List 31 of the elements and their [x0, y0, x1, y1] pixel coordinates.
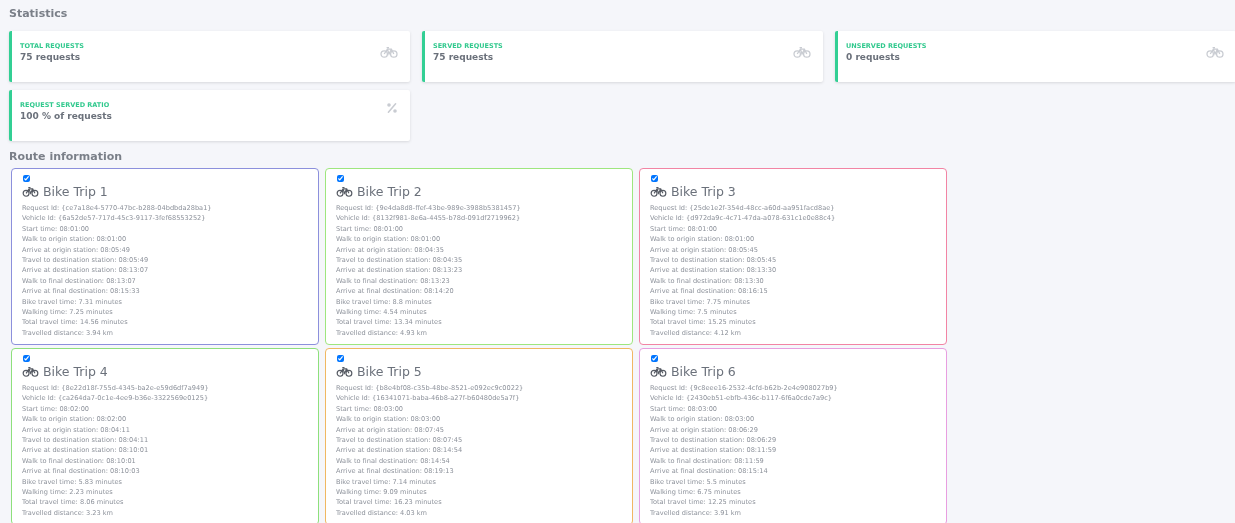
stat-value: 75 requests	[20, 52, 82, 62]
trip-title: Bike Trip 3	[671, 184, 736, 199]
bicycle-icon	[793, 46, 811, 58]
bicycle-icon	[336, 366, 353, 377]
trip-title: Bike Trip 5	[357, 364, 422, 379]
trip-card[interactable]	[639, 348, 947, 523]
bicycle-icon	[22, 366, 39, 377]
trip-card[interactable]	[11, 168, 319, 345]
bicycle-icon	[22, 186, 39, 197]
trip-title: Bike Trip 6	[671, 364, 736, 379]
checkbox[interactable]	[337, 175, 344, 182]
checkbox[interactable]	[23, 175, 30, 182]
bicycle-icon	[336, 186, 353, 197]
checkbox[interactable]	[651, 175, 658, 182]
stat-value: 100 % of requests	[20, 111, 112, 121]
trip-title: Bike Trip 1	[43, 184, 108, 199]
bicycle-icon	[650, 186, 667, 197]
trip-card[interactable]	[639, 168, 947, 345]
stat-value: 0 requests	[846, 52, 901, 62]
bicycle-icon	[1206, 46, 1224, 58]
percent-icon	[386, 102, 398, 114]
section-title: Route information	[9, 150, 124, 165]
bicycle-icon	[380, 46, 398, 58]
section-title: Statistics	[9, 7, 69, 22]
stat-value: 75 requests	[433, 52, 495, 62]
trip-title: Bike Trip 4	[43, 364, 108, 379]
bicycle-icon	[650, 366, 667, 377]
checkbox[interactable]	[337, 355, 344, 362]
checkbox[interactable]	[23, 355, 30, 362]
trip-title: Bike Trip 2	[357, 184, 422, 199]
checkbox[interactable]	[651, 355, 658, 362]
